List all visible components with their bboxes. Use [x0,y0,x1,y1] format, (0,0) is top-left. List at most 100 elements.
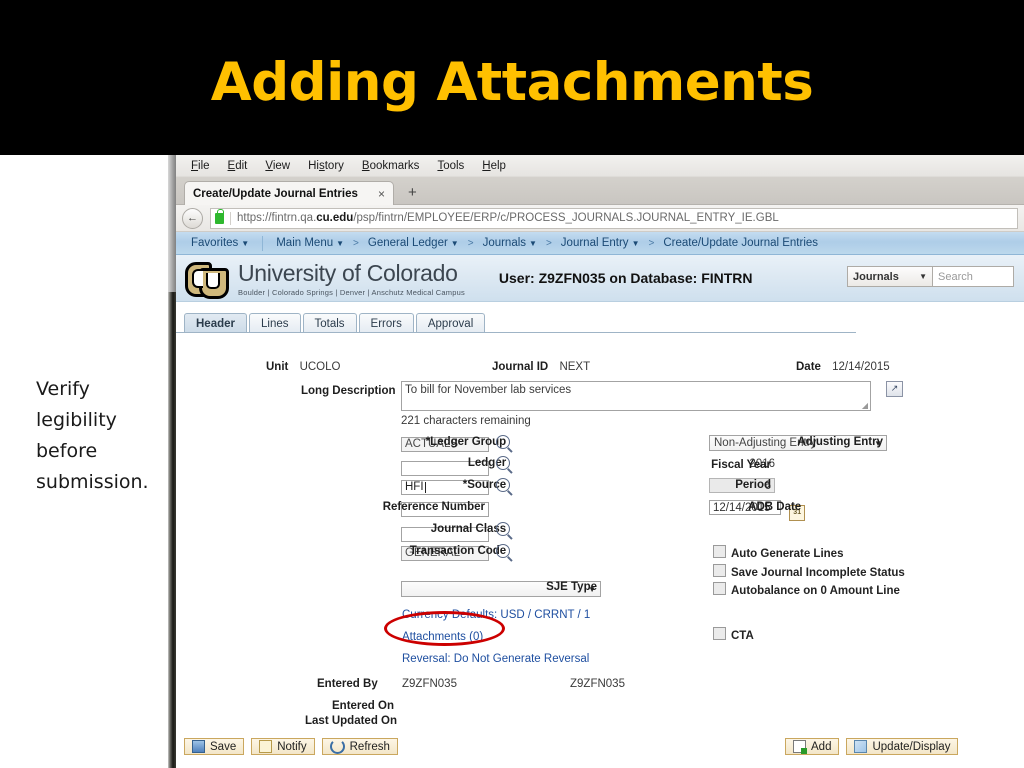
tab-lines[interactable]: Lines [249,313,301,333]
browser-tab[interactable]: Create/Update Journal Entries × [184,181,394,205]
action-buttons: Save Notify Refresh [184,738,398,755]
checkbox-box [713,545,726,558]
menu-tools[interactable]: Tools [428,160,473,172]
chevron-down-icon: ▼ [529,239,537,248]
browser-tabstrip: Create/Update Journal Entries × + [176,177,1024,205]
breadcrumb-separator: > [467,237,474,249]
save-journal-incomplete-checkbox[interactable]: Save Journal Incomplete Status [713,564,905,579]
journal-id-value: NEXT [559,361,591,373]
lookup-icon[interactable] [496,522,511,536]
adb-date-label: ADB Date [748,501,802,513]
chevron-down-icon: ▼ [241,239,250,248]
url-input[interactable]: https://fintrn.qa.cu.edu/psp/fintrn/EMPL… [210,207,1018,229]
entered-on-label: Entered On [332,700,394,712]
save-button[interactable]: Save [184,738,245,755]
back-arrow-icon[interactable]: ← [182,207,203,229]
university-branding: University of Colorado Boulder | Colorad… [238,260,465,297]
transaction-code-field: Transaction Code GENERAL [401,544,511,561]
unit-value: UCOLO [299,361,341,373]
last-updated-on-label: Last Updated On [305,715,398,727]
tabs-underline [176,332,856,333]
autobalance-checkbox[interactable]: Autobalance on 0 Amount Line [713,582,900,597]
tab-totals[interactable]: Totals [302,313,357,333]
cu-logo-icon [184,260,229,299]
lookup-icon[interactable] [496,435,511,449]
entered-by-label: Entered By [317,678,378,690]
breadcrumb-item-journals[interactable]: Journals ▼ [478,237,542,249]
menu-file[interactable]: File [182,160,219,172]
refresh-button[interactable]: Refresh [321,738,398,755]
expand-textarea-icon[interactable]: ↗ [886,381,903,397]
menu-bookmarks[interactable]: Bookmarks [353,160,429,172]
close-icon[interactable]: × [370,187,385,201]
menu-history[interactable]: History [299,160,353,172]
adjusting-entry-field: Adjusting Entry Non-Adjusting Entry ▼ [709,435,887,451]
notify-button[interactable]: Notify [251,738,315,755]
menu-help[interactable]: Help [473,160,515,172]
checkbox-box [713,582,726,595]
auto-generate-lines-checkbox[interactable]: Auto Generate Lines [713,545,843,560]
add-button[interactable]: Add [785,738,840,755]
notify-icon [259,740,273,753]
campus-list: Boulder | Colorado Springs | Denver | An… [238,287,465,297]
page-tabs: Header Lines Totals Errors Approval [176,312,1024,333]
breadcrumb-separator: > [353,237,359,249]
resize-grip-icon[interactable]: ◢ [862,401,868,410]
reversal-link[interactable]: Reversal: Do Not Generate Reversal [402,653,589,665]
ledger-group-field: *Ledger Group ACTUALS [401,435,511,452]
sje-type-label: SJE Type [546,581,597,593]
lookup-icon[interactable] [496,456,511,470]
period-label: Period [735,479,771,491]
lookup-icon[interactable] [496,544,511,558]
breadcrumb-divider [262,235,264,251]
search-input[interactable]: Search [933,266,1014,287]
entered-by-value: Z9ZFN035 [402,678,457,690]
tab-approval[interactable]: Approval [415,313,486,333]
breadcrumb-current: Create/Update Journal Entries [663,237,819,249]
checkbox-label: Autobalance on 0 Amount Line [731,585,900,597]
plus-icon[interactable]: + [408,184,417,201]
menu-edit[interactable]: Edit [219,160,257,172]
page-body: Header Lines Totals Errors Approval Unit… [176,302,1024,768]
tab-errors[interactable]: Errors [358,313,414,333]
breadcrumb-item-general-ledger[interactable]: General Ledger ▼ [363,237,464,249]
entered-by-name: Z9ZFN035 [570,678,625,690]
journal-id-field: Journal ID NEXT [492,361,590,373]
slide-caption: Verify legibility before submission. [36,378,149,493]
journal-class-label: Journal Class [430,523,507,535]
ledger-group-label: *Ledger Group [425,436,507,448]
menu-view[interactable]: View [256,160,299,172]
browser-tab-label: Create/Update Journal Entries [193,187,358,200]
ledger-field: Ledger [401,456,511,476]
long-description-input[interactable]: To bill for November lab services ◢ [401,381,871,411]
attachments-highlight-circle [384,611,505,646]
unit-field: Unit UCOLO [266,361,340,373]
add-icon [793,740,807,754]
lookup-icon[interactable] [496,478,511,492]
checkbox-label: Save Journal Incomplete Status [731,567,905,579]
long-description-value: To bill for November lab services [405,384,572,396]
period-field: Period 6 [709,478,775,493]
breadcrumb-separator: > [545,237,552,249]
checkbox-box [713,564,726,577]
browser-menubar: File Edit View History Bookmarks Tools H… [176,155,1024,177]
search-scope-select[interactable]: Journals ▼ [847,266,933,287]
update-display-button[interactable]: Update/Display [846,738,959,755]
reference-number-field: Reference Number [383,500,489,517]
cta-checkbox[interactable]: CTA [713,627,754,642]
journal-id-label: Journal ID [492,361,549,373]
source-field: *Source HFI [401,478,511,495]
app-header: University of Colorado Boulder | Colorad… [176,255,1024,302]
chevron-down-icon: ▼ [336,239,345,248]
lock-icon [215,208,224,224]
checkbox-box [713,627,726,640]
tab-header[interactable]: Header [184,313,247,333]
breadcrumb-item-journal-entry[interactable]: Journal Entry ▼ [556,237,645,249]
search-placeholder: Search [938,270,973,283]
long-description-label: Long Description [301,385,396,397]
url-text: https://fintrn.qa.cu.edu/psp/fintrn/EMPL… [237,212,779,224]
chars-remaining-text: 221 characters remaining [401,415,531,427]
breadcrumb-item-main-menu[interactable]: Main Menu ▼ [271,237,349,249]
university-name: University of Colorado [238,259,458,286]
breadcrumb-favorites[interactable]: Favorites ▼ [186,237,254,249]
